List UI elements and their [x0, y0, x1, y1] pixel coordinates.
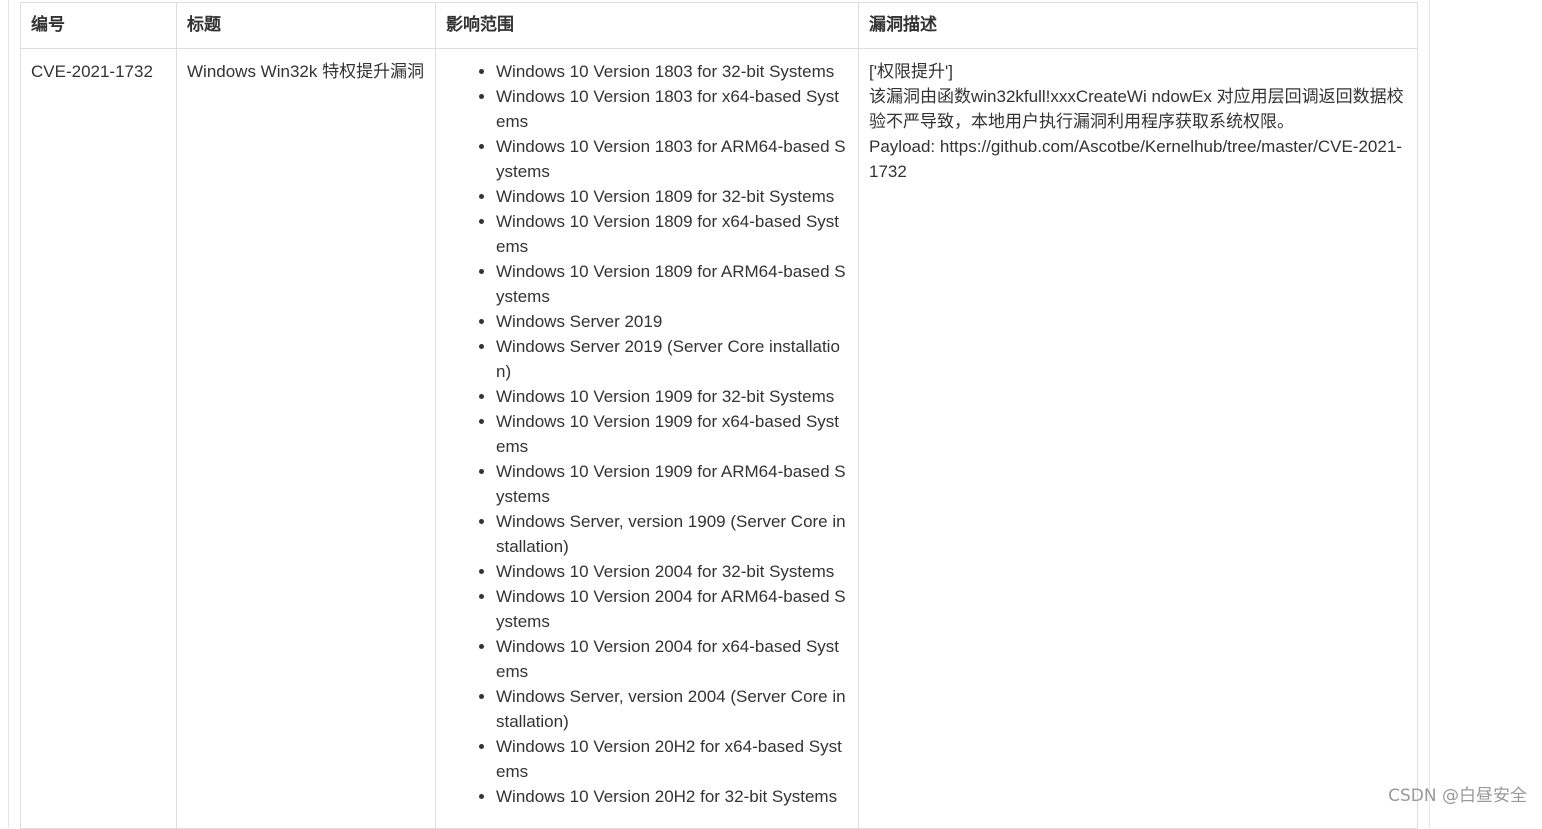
list-item: Windows 10 Version 1809 for ARM64-based …: [496, 259, 848, 309]
list-item: Windows 10 Version 20H2 for 32-bit Syste…: [496, 784, 848, 809]
list-item: Windows 10 Version 1809 for 32-bit Syste…: [496, 184, 848, 209]
list-item: Windows Server 2019 (Server Core install…: [496, 334, 848, 384]
description-cell: ['权限提升'] 该漏洞由函数win32kfull!xxxCreateWi nd…: [858, 48, 1418, 829]
csdn-watermark: CSDN @白昼安全: [1388, 786, 1527, 806]
list-item: Windows 10 Version 20H2 for x64-based Sy…: [496, 734, 848, 784]
vulnerability-table: 编号 标题 影响范围 漏洞描述 CVE-2021-1732 Windows Wi…: [20, 2, 1418, 829]
list-item: Windows Server, version 1909 (Server Cor…: [496, 509, 848, 559]
header-title: 标题: [176, 2, 436, 49]
title-cell: Windows Win32k 特权提升漏洞: [176, 48, 436, 829]
vuln-title: Windows Win32k 特权提升漏洞: [187, 62, 425, 81]
affected-cell: Windows 10 Version 1803 for 32-bit Syste…: [435, 48, 859, 829]
header-affected-scope: 影响范围: [435, 2, 859, 49]
table-header-row: 编号 标题 影响范围 漏洞描述: [20, 2, 1418, 49]
cve-id-cell: CVE-2021-1732: [20, 48, 177, 829]
payload-link[interactable]: Payload: https://github.com/Ascotbe/Kern…: [869, 134, 1407, 184]
list-item: Windows Server 2019: [496, 309, 848, 334]
description-text: 该漏洞由函数win32kfull!xxxCreateWi ndowEx 对应用层…: [869, 87, 1404, 131]
list-item: Windows 10 Version 1909 for 32-bit Syste…: [496, 384, 848, 409]
list-item: Windows 10 Version 1803 for 32-bit Syste…: [496, 59, 848, 84]
list-item: Windows 10 Version 1803 for x64-based Sy…: [496, 84, 848, 134]
list-item: Windows 10 Version 2004 for x64-based Sy…: [496, 634, 848, 684]
description-tag: ['权限提升']: [869, 62, 953, 81]
header-description: 漏洞描述: [858, 2, 1418, 49]
affected-list: Windows 10 Version 1803 for 32-bit Syste…: [446, 59, 848, 809]
header-id: 编号: [20, 2, 177, 49]
list-item: Windows 10 Version 1909 for x64-based Sy…: [496, 409, 848, 459]
list-item: Windows 10 Version 2004 for 32-bit Syste…: [496, 559, 848, 584]
list-item: Windows 10 Version 1803 for ARM64-based …: [496, 134, 848, 184]
list-item: Windows 10 Version 1809 for x64-based Sy…: [496, 209, 848, 259]
table-row: CVE-2021-1732 Windows Win32k 特权提升漏洞 Wind…: [20, 48, 1418, 829]
list-item: Windows Server, version 2004 (Server Cor…: [496, 684, 848, 734]
list-item: Windows 10 Version 1909 for ARM64-based …: [496, 459, 848, 509]
list-item: Windows 10 Version 2004 for ARM64-based …: [496, 584, 848, 634]
